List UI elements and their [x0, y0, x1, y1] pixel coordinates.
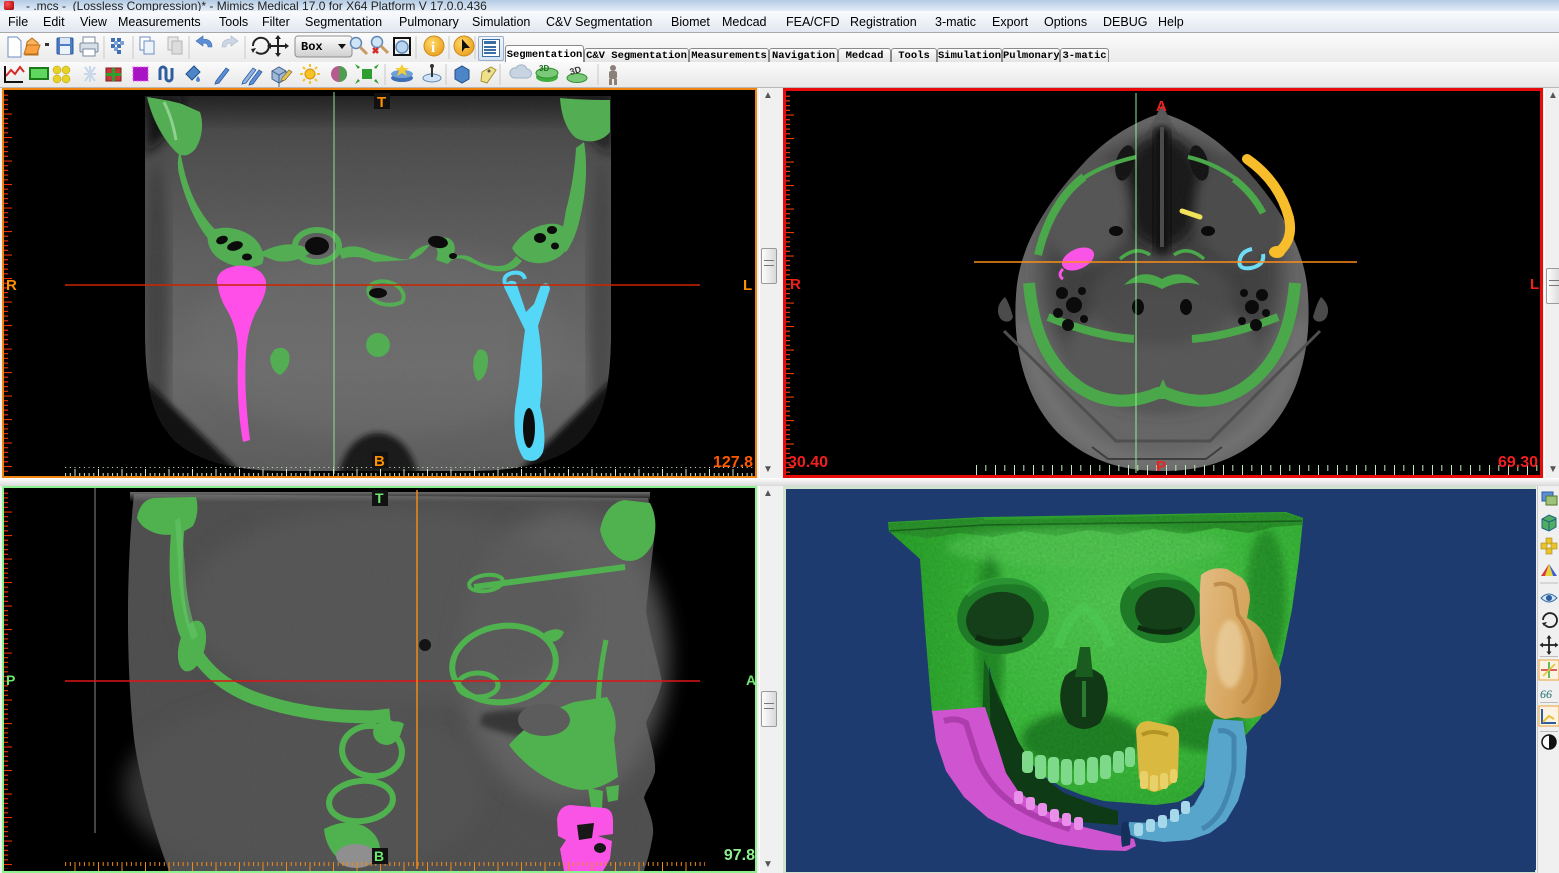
svg-text:69.30: 69.30 [1498, 454, 1538, 471]
svg-text:P: P [1156, 458, 1166, 475]
svg-text:L: L [1530, 276, 1539, 293]
svg-text:97.8: 97.8 [724, 847, 755, 864]
svg-text:A: A [746, 672, 755, 688]
svg-text:B: B [374, 453, 385, 470]
svg-text:R: R [6, 277, 17, 294]
svg-text:P: P [6, 672, 15, 688]
svg-text:i: i [431, 40, 435, 56]
svg-text:A: A [1156, 98, 1167, 115]
svg-text:T: T [375, 490, 384, 506]
svg-text:66: 66 [1540, 687, 1552, 701]
svg-text:127.8: 127.8 [713, 454, 753, 471]
svg-text:L: L [743, 277, 752, 294]
svg-text:Box: Box [301, 40, 323, 54]
svg-text:B: B [374, 848, 384, 864]
svg-text:30.40: 30.40 [788, 454, 828, 471]
svg-text:R: R [790, 276, 801, 293]
svg-text:3D: 3D [539, 64, 549, 73]
svg-text:T: T [377, 94, 386, 111]
